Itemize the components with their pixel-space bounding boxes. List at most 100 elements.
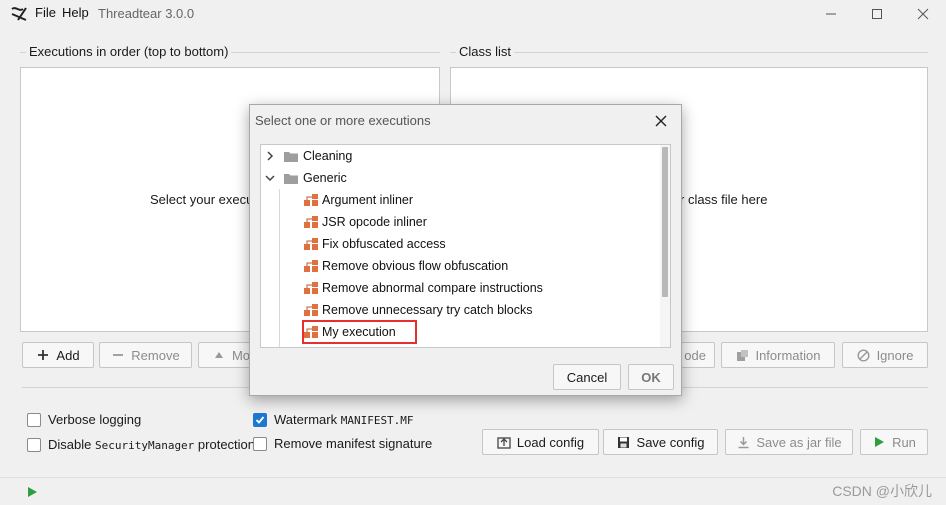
dialog-title: Select one or more executions <box>255 113 431 128</box>
close-window-button[interactable] <box>900 0 946 28</box>
add-button-label: Add <box>56 347 80 363</box>
status-bar <box>0 477 946 505</box>
executions-group-title: Executions in order (top to bottom) <box>26 44 232 59</box>
watermark-checkbox[interactable] <box>253 412 267 427</box>
move-up-button[interactable]: Mo <box>198 342 250 368</box>
floppy-disk-icon <box>617 435 631 449</box>
close-icon <box>655 115 667 127</box>
remove-manifest-option[interactable]: Remove manifest signature <box>253 436 432 451</box>
window-title: Threadtear 3.0.0 <box>98 6 195 21</box>
manifest-code: MANIFEST.MF <box>340 414 414 427</box>
maximize-icon <box>872 9 882 19</box>
execution-tree[interactable]: Cleaning Generic Argument inliner JSR op… <box>260 144 671 348</box>
ok-button-label: OK <box>641 369 661 385</box>
dialog-close-button[interactable] <box>651 111 671 131</box>
tree-folder-generic[interactable]: Generic <box>265 167 347 189</box>
play-icon <box>872 435 886 449</box>
csdn-watermark: CSDN @小欣儿 <box>832 483 932 499</box>
disable-security-option[interactable]: Disable SecurityManager protection <box>27 437 255 452</box>
chevron-down-icon <box>265 175 275 182</box>
execution-icon <box>304 304 318 316</box>
tree-item-remove-abnormal-compare[interactable]: Remove abnormal compare instructions <box>303 277 543 299</box>
tree-label: Remove unnecessary try catch blocks <box>322 303 533 317</box>
tree-item-fix-obfuscated-access[interactable]: Fix obfuscated access <box>303 233 446 255</box>
plus-icon <box>36 348 50 362</box>
remove-manifest-checkbox[interactable] <box>253 436 267 451</box>
class-list-hint: r class file here <box>680 192 768 207</box>
ok-button[interactable]: OK <box>628 364 674 390</box>
save-jar-button[interactable]: Save as jar file <box>725 429 853 455</box>
verbose-logging-option[interactable]: Verbose logging <box>27 412 141 427</box>
watermark-option[interactable]: Watermark MANIFEST.MF <box>253 412 414 427</box>
chevron-right-icon <box>267 151 274 161</box>
execution-icon <box>304 282 318 294</box>
class-list-group: Class list <box>450 44 928 59</box>
tree-label: Cleaning <box>303 149 353 163</box>
tree-item-argument-inliner[interactable]: Argument inliner <box>303 189 413 211</box>
tree-item-remove-flow-obfuscation[interactable]: Remove obvious flow obfuscation <box>303 255 508 277</box>
tree-folder-cleaning[interactable]: Cleaning <box>265 145 352 167</box>
maximize-button[interactable] <box>854 0 900 28</box>
minus-icon <box>111 348 125 362</box>
execution-icon <box>304 260 318 272</box>
watermark-label: Watermark MANIFEST.MF <box>274 412 414 427</box>
title-bar: File Help Threadtear 3.0.0 <box>0 0 946 28</box>
remove-button[interactable]: Remove <box>99 342 192 368</box>
block-icon <box>857 348 871 362</box>
save-config-button[interactable]: Save config <box>603 429 718 455</box>
play-status-icon <box>28 487 37 497</box>
verbose-logging-checkbox[interactable] <box>27 412 41 427</box>
folder-icon <box>284 173 298 184</box>
information-icon <box>735 348 749 362</box>
cancel-button-label: Cancel <box>566 369 608 385</box>
run-button[interactable]: Run <box>860 429 928 455</box>
tree-label: Argument inliner <box>322 193 414 207</box>
disable-security-checkbox[interactable] <box>27 437 41 452</box>
add-button[interactable]: Add <box>22 342 94 368</box>
tree-label: Generic <box>303 171 347 185</box>
select-executions-dialog: Select one or more executions Cleaning G… <box>249 104 682 396</box>
decode-button[interactable]: ode <box>681 342 715 368</box>
ignore-button[interactable]: Ignore <box>842 342 928 368</box>
tree-label: Remove abnormal compare instructions <box>322 281 543 295</box>
information-button-label: Information <box>755 347 821 363</box>
menu-file[interactable]: File <box>35 5 56 20</box>
tree-guide-line <box>279 189 280 347</box>
information-button[interactable]: Information <box>721 342 835 368</box>
threadtear-logo-icon <box>11 7 27 21</box>
disable-security-label: Disable SecurityManager protection <box>48 437 255 452</box>
menu-help[interactable]: Help <box>62 5 89 20</box>
checkmark-icon <box>255 415 265 424</box>
tree-label: Remove obvious flow obfuscation <box>322 259 509 273</box>
open-file-icon <box>497 435 511 449</box>
execution-icon <box>304 194 318 206</box>
execution-icon <box>304 216 318 228</box>
class-list-group-title: Class list <box>456 44 515 59</box>
ignore-button-label: Ignore <box>876 347 914 363</box>
save-config-label: Save config <box>636 434 705 450</box>
cancel-button[interactable]: Cancel <box>553 364 621 390</box>
security-manager-code: SecurityManager <box>94 439 195 452</box>
load-config-button[interactable]: Load config <box>482 429 599 455</box>
tree-label: JSR opcode inliner <box>322 215 427 229</box>
scrollbar-thumb[interactable] <box>662 147 668 297</box>
tree-item-remove-try-catch[interactable]: Remove unnecessary try catch blocks <box>303 299 533 321</box>
executions-group: Executions in order (top to bottom) <box>20 44 440 59</box>
remove-button-label: Remove <box>131 347 180 363</box>
disable-security-label-text: Disable <box>48 437 95 452</box>
download-icon <box>736 435 750 449</box>
folder-icon <box>284 151 298 162</box>
close-icon <box>917 8 929 20</box>
verbose-logging-label: Verbose logging <box>48 412 142 427</box>
move-up-button-label: Mo <box>231 347 250 363</box>
tree-item-jsr-opcode-inliner[interactable]: JSR opcode inliner <box>303 211 427 233</box>
tree-label: Fix obfuscated access <box>322 237 446 251</box>
tree-scrollbar[interactable] <box>660 145 670 347</box>
highlight-annotation <box>302 320 417 344</box>
minimize-icon <box>826 13 836 15</box>
save-jar-label: Save as jar file <box>756 434 842 450</box>
decode-button-label: ode <box>684 347 706 363</box>
remove-manifest-label: Remove manifest signature <box>274 436 433 451</box>
minimize-button[interactable] <box>808 0 854 28</box>
disable-security-label-suffix: protection <box>194 437 256 452</box>
